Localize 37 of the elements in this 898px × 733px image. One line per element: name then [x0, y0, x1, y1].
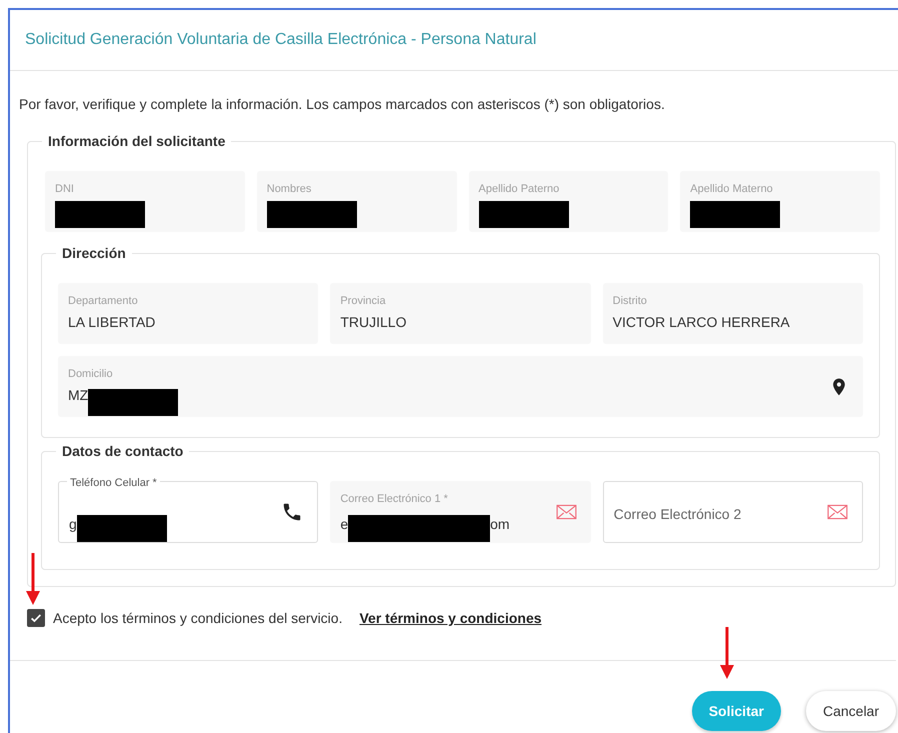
- field-label: DNI: [55, 183, 75, 196]
- field-label: Apellido Materno: [690, 183, 774, 196]
- field-value: g: [69, 516, 77, 532]
- field-value: om: [490, 516, 510, 532]
- text-field[interactable]: Distrito VICTOR LARCO HERRERA: [602, 283, 863, 344]
- terms-label: Acepto los términos y condiciones del servicio.: [53, 610, 342, 626]
- text-field[interactable]: Departamento LA LIBERTAD: [58, 283, 318, 344]
- envelope-icon: [827, 504, 848, 520]
- text-field[interactable]: Correo Electrónico 2: [602, 481, 863, 543]
- envelope-icon: [556, 504, 577, 520]
- dialog-title: Solicitud Generación Voluntaria de Casilla Electrónica - Persona Natural: [25, 31, 536, 49]
- field-value: TRUJILLO: [340, 314, 406, 330]
- field-value: VICTOR LARCO HERRERA: [612, 314, 790, 330]
- field-label: Domicilio: [68, 368, 114, 381]
- arrow-annotation: [720, 627, 734, 679]
- field-label: Departamento: [68, 295, 139, 308]
- field-label: Correo Electrónico 1 *: [340, 493, 449, 506]
- field-label: Provincia: [340, 295, 387, 308]
- terms-link[interactable]: Ver términos y condiciones: [359, 610, 542, 626]
- field-value: MZ: [68, 387, 88, 403]
- fieldset-legend: Datos de contacto: [56, 443, 190, 459]
- field-value: LA LIBERTAD: [68, 314, 156, 330]
- text-field[interactable]: Provincia TRUJILLO: [330, 283, 591, 344]
- field-value: e: [340, 516, 348, 532]
- field-label: Apellido Paterno: [478, 183, 560, 196]
- instructions-text: Por favor, verifique y complete la información. Los campos marcados con asteriscos (*) son obligatorios.: [19, 96, 666, 112]
- fieldset-legend: Información del solicitante: [42, 133, 232, 149]
- phone-icon: [281, 501, 304, 523]
- arrow-annotation: [26, 553, 40, 605]
- terms-checkbox[interactable]: [27, 609, 45, 627]
- text-field[interactable]: Correo Electrónico 1 * e om: [330, 481, 591, 543]
- field-label: Distrito: [612, 295, 648, 308]
- fieldset-legend: Dirección: [56, 245, 132, 261]
- cancel-button[interactable]: Cancelar: [806, 691, 896, 731]
- field-placeholder: Correo Electrónico 2: [614, 506, 742, 522]
- text-field[interactable]: Domicilio MZ: [58, 356, 863, 417]
- field-label: Nombres: [266, 183, 312, 196]
